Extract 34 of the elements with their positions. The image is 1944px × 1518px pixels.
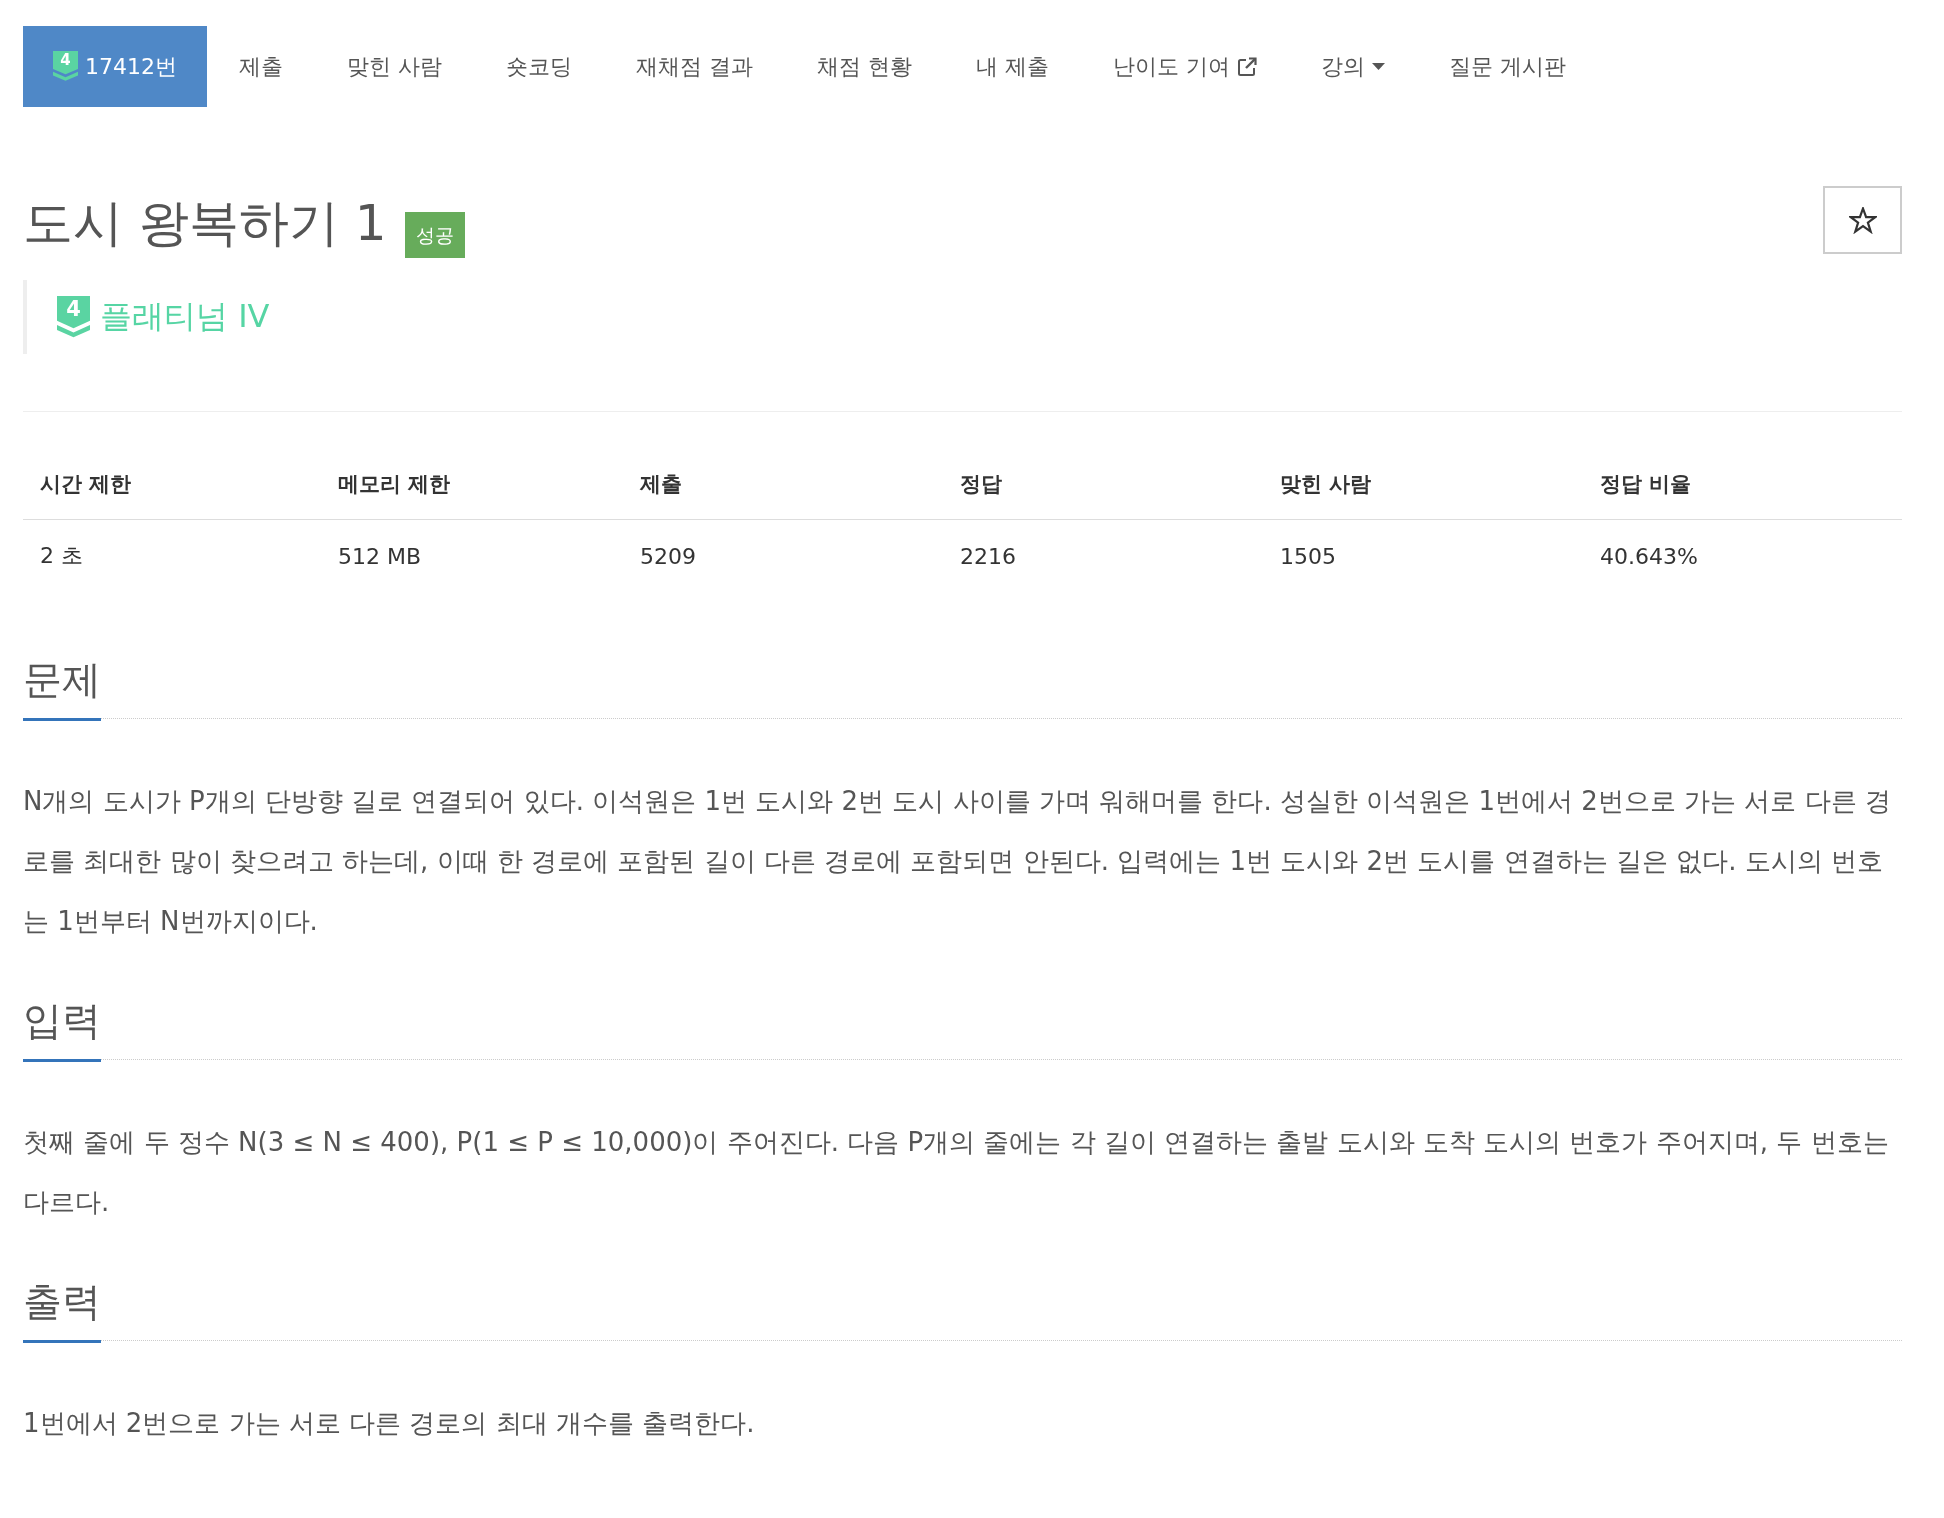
nav-tab[interactable]: 제출 [207,26,315,107]
nav-tab[interactable]: 강의 [1289,26,1417,107]
nav-tab[interactable]: 질문 게시판 [1417,26,1598,107]
column-header: 메모리 제한 [321,448,623,520]
nav-tab[interactable]: 난이도 기여 [1081,26,1289,107]
nav-tab[interactable]: 숏코딩 [474,26,604,107]
table-cell-text: 2 초 [39,542,84,570]
external-link-icon [1237,56,1257,77]
nav-tab[interactable]: 맞힌 사람 [315,26,474,107]
column-header: 정답 [943,448,1263,520]
table-cell-text: 5209 [639,542,697,571]
section-heading: 입력 [23,999,101,1062]
column-header: 제출 [623,448,943,520]
section-text: N개의 도시가 P개의 단방향 길로 연결되어 있다. 이석원은 1번 도시와 2번 도시 사이를 가며 워해머를 한다. 성실한 이석원은 1번에서 2번으로 가는 서로 다른 경로를 최대한 많이 찾으려고 하는데, 이때 한 경로에 포함된 길이 다른 경로에 포함되면 안된다. 입력에는 1번 도시와 2번 도시를 연결하는 길은 없다. 도시의 번호는 1번부터 N번까지이다. [23,785,1892,938]
section-heading: 출력 [23,1280,101,1343]
tier-name: 플래티넘 IV [100,296,270,337]
nav-tab[interactable]: 4 17412번 [23,26,207,107]
table-cell-text: 40.643% [1599,542,1699,571]
section-heading: 문제 [23,658,101,721]
status-badge: 성공 [404,212,465,258]
caret-icon [1372,63,1385,70]
table-cell-text: 2216 [959,542,1017,571]
nav-tab[interactable]: 채점 현황 [785,26,944,107]
nav-tab[interactable]: 재채점 결과 [604,26,785,107]
table-cell-text: 1505 [1279,542,1337,571]
column-header: 맞힌 사람 [1263,448,1583,520]
column-header: 정답 비율 [1583,448,1902,520]
problem-title: 도시 왕복하기 1 [23,193,387,253]
column-header: 시간 제한 [23,448,321,520]
table-cell-text: 512 MB [337,542,423,571]
section-text: 1번에서 2번으로 가는 서로 다른 경로의 최대 개수를 출력한다. [23,1407,756,1440]
nav-tab[interactable]: 내 제출 [944,26,1081,107]
favorite-button[interactable] [1823,186,1902,254]
section-text: 첫째 줄에 두 정수 N(3 ≤ N ≤ 400), P(1 ≤ P ≤ 10,000)이 주어진다. 다음 P개의 줄에는 각 길이 연결하는 출발 도시와 도착 도시의 번호가 주어지며, 두 번호는 다르다. [23,1126,1890,1219]
